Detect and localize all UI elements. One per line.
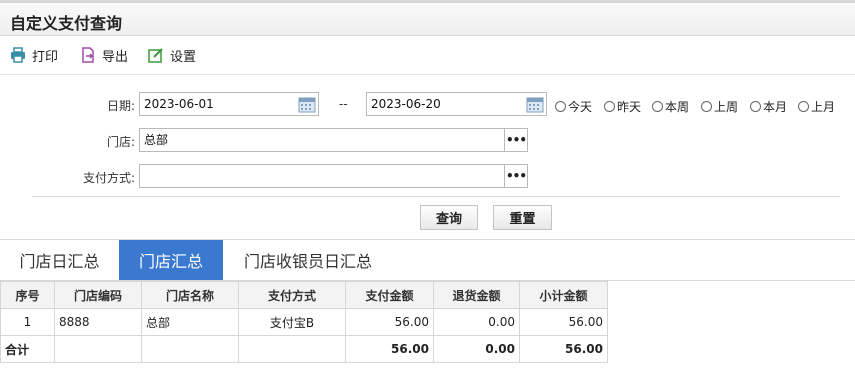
radio-this-month-label: 本月 (763, 100, 788, 114)
radio-today-label: 今天 (568, 100, 593, 114)
form-divider (32, 196, 840, 197)
radio-this-week[interactable]: 本周 (652, 98, 689, 115)
total-refund-amount: 0.00 (433, 335, 520, 363)
radio-yesterday[interactable]: 昨天 (604, 98, 641, 115)
cell-store-name: 总部 (141, 308, 239, 336)
radio-circle[interactable] (701, 101, 712, 112)
radio-circle[interactable] (798, 101, 809, 112)
store-label: 门店: (106, 135, 135, 149)
radio-last-week-label: 上周 (714, 100, 739, 114)
print-button[interactable]: 打印 (10, 46, 59, 65)
date-label: 日期: (106, 99, 135, 113)
table-header-row: 序号 门店编码 门店名称 支付方式 支付金额 退货金额 小计金额 (0, 281, 608, 309)
toolbar: 打印 导出 设置 (0, 40, 855, 70)
total-cell-empty (238, 335, 346, 363)
col-header-subtotal-amount[interactable]: 小计金额 (519, 281, 608, 309)
page-title: 自定义支付查询 (10, 14, 123, 33)
toolbar-divider (0, 74, 855, 75)
print-label: 打印 (32, 49, 59, 65)
title-bar: 自定义支付查询 (0, 0, 855, 36)
store-field[interactable]: 总部 (139, 128, 505, 152)
export-icon (82, 47, 94, 63)
col-header-payment-method[interactable]: 支付方式 (238, 281, 346, 309)
radio-last-week[interactable]: 上周 (701, 98, 738, 115)
cell-store-code: 8888 (54, 308, 142, 336)
payment-method-label: 支付方式: (82, 171, 135, 185)
total-payment-amount: 56.00 (345, 335, 434, 363)
table-total-row: 合计 56.00 0.00 56.00 (0, 335, 608, 363)
date-to-field[interactable]: 2023-06-20 (366, 92, 547, 116)
settings-button[interactable]: 设置 (148, 46, 197, 65)
col-header-payment-amount[interactable]: 支付金额 (345, 281, 434, 309)
radio-today[interactable]: 今天 (555, 98, 592, 115)
date-from-calendar-button[interactable] (295, 92, 319, 116)
radio-this-month[interactable]: 本月 (750, 98, 787, 115)
total-cell-empty (54, 335, 142, 363)
payment-method-field[interactable] (139, 164, 505, 188)
export-label: 导出 (102, 49, 129, 65)
cell-payment-method: 支付宝B (238, 308, 346, 336)
query-button[interactable]: 查询 (420, 205, 478, 230)
store-picker-button[interactable]: ••• (504, 128, 528, 152)
tab-store-daily-summary[interactable]: 门店日汇总 (0, 240, 119, 280)
payment-method-picker-button[interactable]: ••• (504, 164, 528, 188)
summary-table: 序号 门店编码 门店名称 支付方式 支付金额 退货金额 小计金额 1 8888 … (0, 281, 608, 363)
radio-circle[interactable] (555, 101, 566, 112)
edit-settings-icon (148, 48, 163, 63)
table-row[interactable]: 1 8888 总部 支付宝B 56.00 0.00 56.00 (0, 308, 608, 336)
date-separator: -- (339, 97, 348, 111)
total-cell-empty (141, 335, 239, 363)
radio-circle[interactable] (652, 101, 663, 112)
settings-label: 设置 (170, 49, 197, 65)
cell-payment-amount: 56.00 (345, 308, 434, 336)
cell-refund-amount: 0.00 (433, 308, 520, 336)
date-to-calendar-button[interactable] (523, 92, 547, 116)
reset-button[interactable]: 重置 (493, 205, 552, 230)
col-header-refund-amount[interactable]: 退货金额 (433, 281, 520, 309)
col-header-store-code[interactable]: 门店编码 (54, 281, 142, 309)
col-header-index[interactable]: 序号 (0, 281, 55, 309)
cell-subtotal-amount: 56.00 (519, 308, 608, 336)
tab-store-cashier-daily-summary[interactable]: 门店收银员日汇总 (223, 240, 393, 280)
radio-last-month-label: 上月 (811, 100, 836, 114)
store-value: 总部 (144, 133, 169, 147)
col-header-store-name[interactable]: 门店名称 (141, 281, 239, 309)
radio-this-week-label: 本周 (665, 100, 690, 114)
total-subtotal-amount: 56.00 (519, 335, 608, 363)
radio-circle[interactable] (750, 101, 761, 112)
calendar-icon (526, 97, 544, 112)
calendar-icon (298, 97, 316, 112)
cell-index: 1 (0, 308, 55, 336)
date-to-value: 2023-06-20 (371, 97, 441, 111)
radio-last-month[interactable]: 上月 (798, 98, 835, 115)
radio-circle[interactable] (604, 101, 615, 112)
tab-store-summary[interactable]: 门店汇总 (119, 240, 223, 280)
total-label: 合计 (0, 335, 55, 363)
printer-icon (11, 47, 25, 63)
date-from-field[interactable]: 2023-06-01 (139, 92, 319, 116)
date-from-value: 2023-06-01 (144, 97, 214, 111)
radio-yesterday-label: 昨天 (617, 100, 642, 114)
export-button[interactable]: 导出 (80, 46, 129, 65)
